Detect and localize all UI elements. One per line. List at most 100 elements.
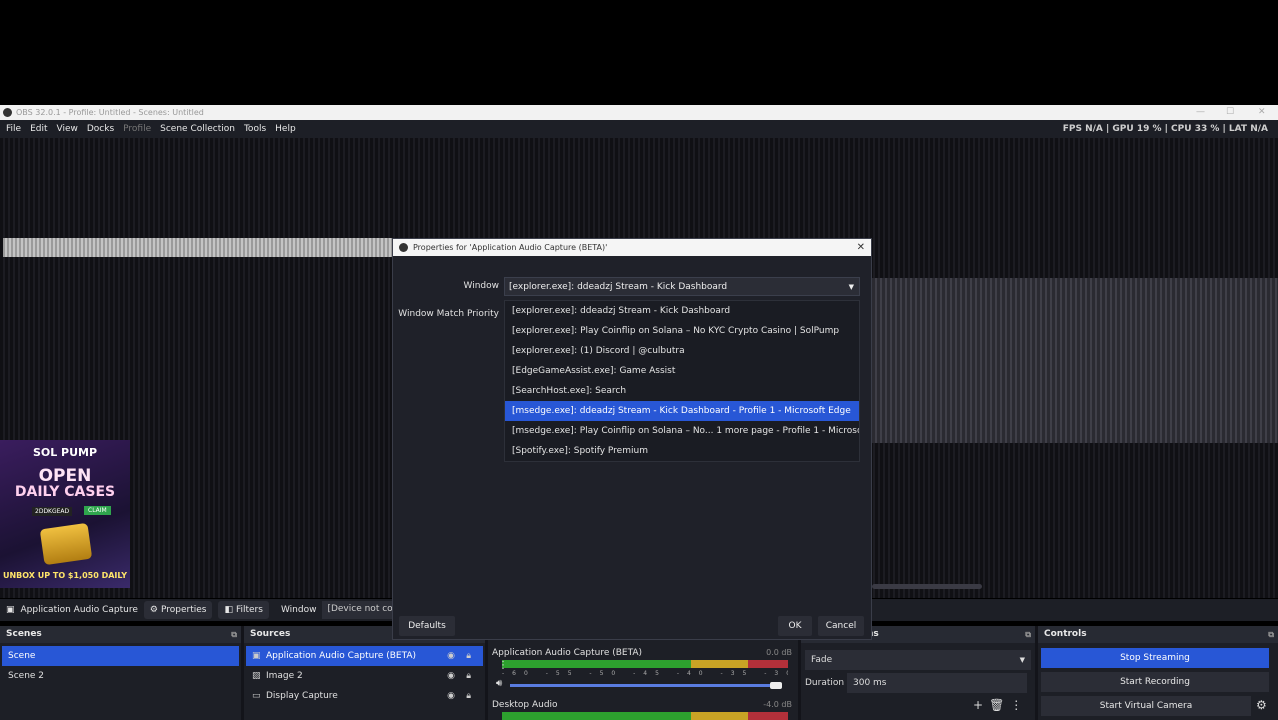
volume-meter [502,660,788,668]
gear-icon[interactable]: ⚙ [1256,698,1267,712]
window-match-priority-label: Window Match Priority [398,309,499,319]
window-dropdown[interactable]: [explorer.exe]: ddeadzj Stream - Kick Da… [504,277,860,296]
visibility-eye-icon[interactable]: ◉ [447,646,455,666]
preview-region [872,278,1278,443]
duration-input[interactable]: 300 ms [847,673,1027,693]
promo-claim-button: CLAIM [84,506,111,515]
start-recording-button[interactable]: Start Recording [1041,672,1269,692]
speaker-icon[interactable]: 🔊︎ [496,678,502,689]
menu-help[interactable]: Help [275,124,296,134]
menu-tools[interactable]: Tools [244,124,266,134]
dropdown-option[interactable]: [msedge.exe]: Play Coinflip on Solana – … [505,421,859,441]
menu-scene-collection[interactable]: Scene Collection [160,124,235,134]
dropdown-option[interactable]: [EdgeGameAssist.exe]: Game Assist [505,361,859,381]
lock-icon[interactable]: 🔒︎ [466,666,471,686]
promo-subheadline: DAILY CASES [14,484,116,500]
meter-scale: -60 -55 -50 -45 -40 -35 -30 -25 -20 -15 … [502,670,788,677]
stop-streaming-button[interactable]: Stop Streaming [1041,648,1269,668]
trash-icon[interactable]: 🗑︎ [989,698,1010,712]
mixer-track-name: Application Audio Capture (BETA) [492,648,643,658]
performance-stats: FPS N/A | GPU 19 % | CPU 33 % | LAT N/A [1062,124,1268,134]
sources-dock: Sources⧉ ▣Application Audio Capture (BET… [244,626,485,720]
dialog-titlebar: Properties for 'Application Audio Captur… [393,239,871,256]
source-item[interactable]: ▭ Display Capture ◉ 🔒︎ [246,686,483,706]
dropdown-option-highlighted[interactable]: [msedge.exe]: ddeadzj Stream - Kick Dash… [505,401,859,421]
kebab-menu-icon[interactable]: ⋮ [1010,698,1028,712]
window-title: OBS 32.0.1 - Profile: Untitled - Scenes:… [16,108,204,117]
obs-logo-icon [399,243,408,252]
docks-area: Scenes⧉ Scene Scene 2 Sources⧉ ▣Applicat… [0,626,1278,720]
add-icon[interactable]: + [973,698,989,712]
scenes-dock: Scenes ⧉ Scene Scene 2 [0,626,241,720]
audio-source-icon: ▣ [6,605,15,615]
dropdown-option[interactable]: [SearchHost.exe]: Search [505,381,859,401]
promo-code: 2DDKGEAD [32,507,73,516]
mixer-track-db: 0.0 dB [766,648,792,657]
menu-bar: File Edit View Docks Profile Scene Colle… [0,120,1278,138]
menu-profile[interactable]: Profile [123,124,151,134]
dropdown-option[interactable]: [explorer.exe]: ddeadzj Stream - Kick Da… [505,301,859,321]
dock-undock-icon[interactable]: ⧉ [1025,626,1031,643]
menu-view[interactable]: View [57,124,78,134]
visibility-eye-icon[interactable]: ◉ [447,686,455,706]
obs-logo-icon [3,108,12,117]
gear-icon: ⚙ [149,605,158,615]
window-dropdown-list: [explorer.exe]: ddeadzj Stream - Kick Da… [504,300,860,462]
filter-icon: ◧ [224,605,233,615]
promo-banner: SOL PUMP OPEN DAILY CASES 2DDKGEAD CLAIM… [0,440,130,588]
promo-headline: OPEN [38,466,92,486]
kebab-menu-icon[interactable]: ⋮ [498,660,508,671]
cancel-button[interactable]: Cancel [818,616,864,636]
scene-item[interactable]: Scene [2,646,239,666]
close-icon[interactable]: ✕ [1258,107,1266,117]
source-name: ▣ Application Audio Capture [6,605,138,615]
menu-docks[interactable]: Docks [87,124,114,134]
audio-mixer-dock: Application Audio Capture (BETA) 0.0 dB … [488,626,798,720]
source-item[interactable]: ▨ Image 2 ◉ 🔒︎ [246,666,483,686]
treasure-chest-icon [39,522,93,566]
app-titlebar: OBS 32.0.1 - Profile: Untitled - Scenes:… [0,105,1278,120]
image-icon: ▨ [252,671,261,681]
window-label: Window [463,281,500,291]
menu-edit[interactable]: Edit [30,124,47,134]
lock-icon[interactable]: 🔒︎ [466,686,471,706]
defaults-button[interactable]: Defaults [399,616,455,636]
volume-slider[interactable] [510,684,780,687]
preview-strip [3,238,393,257]
window-select[interactable]: [Device not conn [322,601,403,619]
dock-undock-icon[interactable]: ⧉ [1268,626,1274,643]
start-virtual-camera-button[interactable]: Start Virtual Camera [1041,696,1251,716]
lock-icon[interactable]: 🔒︎ [466,646,471,666]
transitions-dock: ns ⧉ Fade ▼ Duration 300 ms +🗑︎⋮ [801,626,1035,720]
minimize-icon[interactable]: — [1196,107,1205,117]
volume-meter [502,712,788,720]
dropdown-option[interactable]: [explorer.exe]: (1) Discord | @culbutra [505,341,859,361]
dock-undock-icon[interactable]: ⧉ [231,626,237,643]
dialog-title: Properties for 'Application Audio Captur… [413,243,608,252]
promo-footer: UNBOX UP TO $1,050 DAILY [2,571,128,580]
promo-brand: SOL PUMP [32,446,98,459]
scenes-header: Scenes ⧉ [0,626,241,643]
maximize-icon[interactable]: ☐ [1226,107,1234,117]
chevron-down-icon: ▼ [1019,656,1025,664]
ok-button[interactable]: OK [778,616,812,636]
dropdown-option[interactable]: [explorer.exe]: Play Coinflip on Solana … [505,321,859,341]
mixer-track-name: Desktop Audio [492,700,558,710]
audio-capture-icon: ▣ [252,651,261,661]
mixer-track-db: -4.0 dB [763,700,792,709]
scene-item[interactable]: Scene 2 [2,666,239,686]
menu-file[interactable]: File [6,124,21,134]
transition-select[interactable]: Fade ▼ [805,650,1031,670]
chevron-down-icon: ▼ [848,283,854,291]
monitor-icon: ▭ [252,691,261,701]
visibility-eye-icon[interactable]: ◉ [447,666,455,686]
preview-scrollbar[interactable] [872,584,982,589]
transition-tools: +🗑︎⋮ [973,698,1028,712]
volume-slider-handle[interactable] [770,682,782,689]
filters-button[interactable]: ◧ Filters [218,601,269,619]
window-label: Window [280,605,317,615]
properties-button[interactable]: ⚙ Properties [143,601,213,619]
close-icon[interactable]: ✕ [857,239,865,256]
dropdown-option[interactable]: [Spotify.exe]: Spotify Premium [505,441,859,461]
source-item[interactable]: ▣ Application Audio Capture (BETA) ◉ 🔒︎ [246,646,483,666]
